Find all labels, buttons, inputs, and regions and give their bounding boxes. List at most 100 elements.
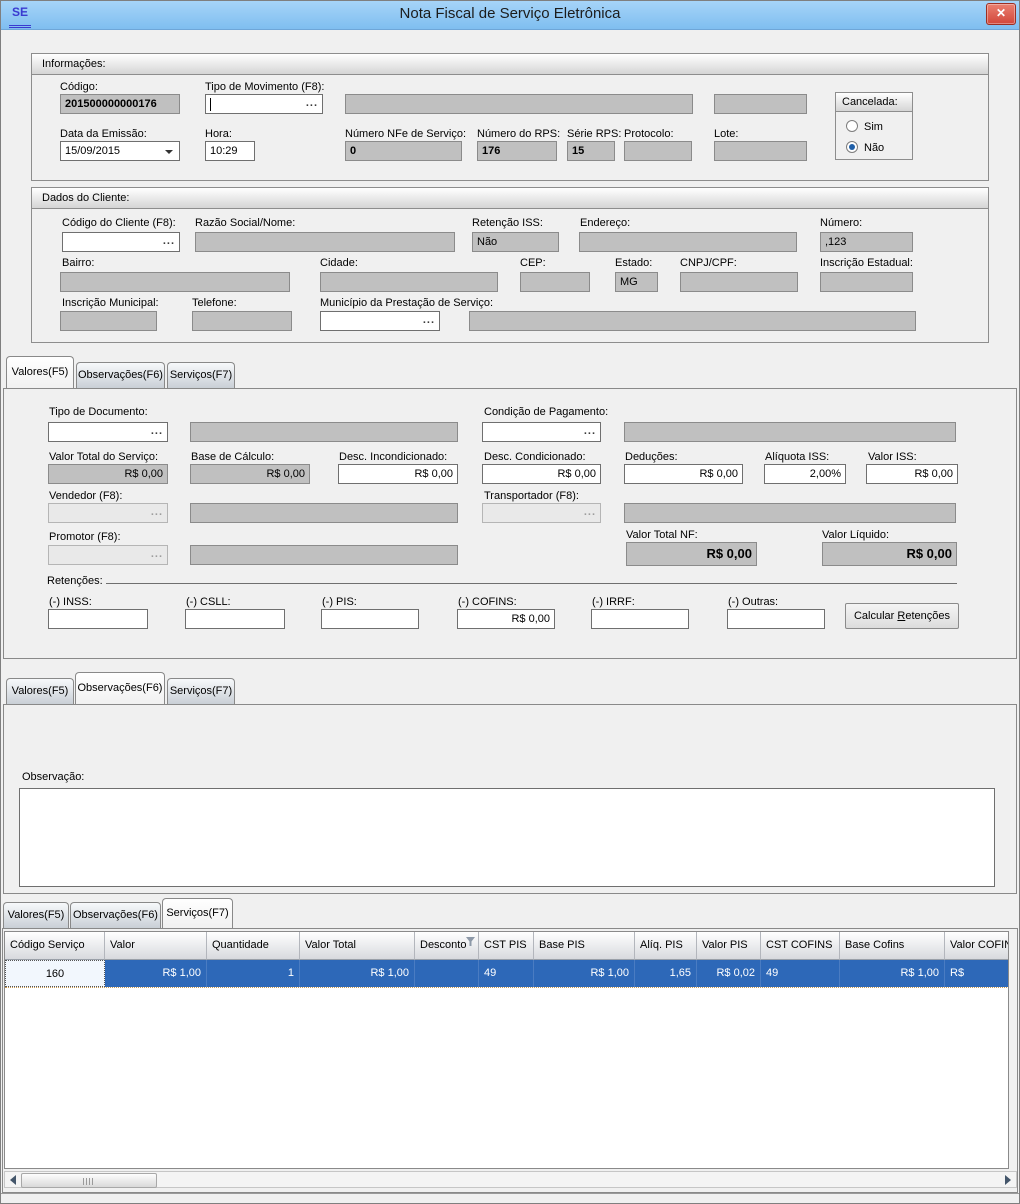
tab-servicos-2[interactable]: Serviços(F7)	[167, 678, 235, 704]
cell-valor-total[interactable]: R$ 1,00	[300, 960, 415, 987]
ellipsis-button[interactable]: ...	[163, 233, 175, 249]
tab-observacoes-1[interactable]: Observações(F6)	[76, 362, 165, 388]
column-header-aliq-pis[interactable]: Alíq. PIS	[635, 932, 697, 960]
radio-sim[interactable]	[846, 120, 858, 132]
column-header-codigo-servico[interactable]: Código Serviço	[5, 932, 105, 960]
scroll-right-icon[interactable]	[1005, 1175, 1011, 1185]
scrollbar-thumb[interactable]	[21, 1173, 157, 1188]
close-button[interactable]: ✕	[986, 3, 1016, 25]
promotor-input[interactable]: ...	[48, 545, 168, 565]
municipio-prestacao-field	[469, 311, 916, 331]
tab-servicos-3[interactable]: Serviços(F7)	[162, 898, 233, 928]
desc-incondicionado-input[interactable]: R$ 0,00	[338, 464, 458, 484]
tab-valores-3[interactable]: Valores(F5)	[3, 902, 69, 928]
valor-total-nf-label: Valor Total NF:	[626, 529, 698, 541]
text-caret	[210, 98, 211, 111]
table-row[interactable]: 160 R$ 1,00 1 R$ 1,00 49 R$ 1,00 1,65 R$…	[5, 960, 1009, 988]
protocolo-label: Protocolo:	[624, 128, 674, 140]
valor-total-servico-field: R$ 0,00	[48, 464, 168, 484]
municipio-prestacao-input[interactable]: ...	[320, 311, 440, 331]
grid-header-row: Código Serviço Valor Quantidade Valor To…	[5, 932, 1009, 960]
codigo-cliente-input[interactable]: ...	[62, 232, 180, 252]
pis-input[interactable]	[321, 609, 419, 629]
radio-sim-label: Sim	[864, 121, 883, 133]
tipo-documento-input[interactable]: ...	[48, 422, 168, 442]
observacao-textarea[interactable]	[19, 788, 995, 887]
column-header-desconto[interactable]: Desconto	[415, 932, 479, 960]
cell-codigo-servico[interactable]: 160	[5, 960, 105, 987]
scroll-left-icon[interactable]	[10, 1175, 16, 1185]
valor-total-servico-label: Valor Total do Serviço:	[49, 451, 158, 463]
razao-social-field	[195, 232, 455, 252]
transportador-label: Transportador (F8):	[484, 490, 579, 502]
retencao-iss-field: Não	[472, 232, 559, 252]
ellipsis-button[interactable]: ...	[306, 95, 318, 111]
cell-aliq-pis[interactable]: 1,65	[635, 960, 697, 987]
column-header-base-pis[interactable]: Base PIS	[534, 932, 635, 960]
column-header-cst-cofins[interactable]: CST COFINS	[761, 932, 840, 960]
tab-servicos-1[interactable]: Serviços(F7)	[167, 362, 235, 388]
irrf-input[interactable]	[591, 609, 689, 629]
valor-total-nf-field: R$ 0,00	[626, 542, 757, 566]
csll-input[interactable]	[185, 609, 285, 629]
cell-quantidade[interactable]: 1	[207, 960, 300, 987]
column-header-quantidade[interactable]: Quantidade	[207, 932, 300, 960]
column-header-valor-total[interactable]: Valor Total	[300, 932, 415, 960]
valor-iss-label: Valor ISS:	[868, 451, 917, 463]
tab-valores-2[interactable]: Valores(F5)	[6, 678, 74, 704]
hora-input[interactable]: 10:29	[205, 141, 255, 161]
radio-nao[interactable]	[846, 141, 858, 153]
deducoes-input[interactable]: R$ 0,00	[624, 464, 743, 484]
irrf-label: (-) IRRF:	[592, 596, 635, 608]
cell-valor[interactable]: R$ 1,00	[105, 960, 207, 987]
razao-social-label: Razão Social/Nome:	[195, 217, 295, 229]
transportador-input[interactable]: ...	[482, 503, 601, 523]
tab-observacoes-2[interactable]: Observações(F6)	[75, 672, 165, 704]
data-emissao-combo[interactable]: 15/09/2015	[60, 141, 180, 161]
ellipsis-button[interactable]: ...	[151, 546, 163, 562]
column-header-cst-pis[interactable]: CST PIS	[479, 932, 534, 960]
ellipsis-button[interactable]: ...	[584, 504, 596, 520]
cell-valor-cofins[interactable]: R$	[945, 960, 1009, 987]
cell-base-cofins[interactable]: R$ 1,00	[840, 960, 945, 987]
desc-condicionado-input[interactable]: R$ 0,00	[482, 464, 601, 484]
column-header-valor[interactable]: Valor	[105, 932, 207, 960]
filter-icon[interactable]	[466, 937, 475, 946]
cell-cst-pis[interactable]: 49	[479, 960, 534, 987]
ellipsis-button[interactable]: ...	[584, 423, 596, 439]
condicao-pagamento-input[interactable]: ...	[482, 422, 601, 442]
valor-liquido-field: R$ 0,00	[822, 542, 957, 566]
cell-cst-cofins[interactable]: 49	[761, 960, 840, 987]
ellipsis-button[interactable]: ...	[151, 504, 163, 520]
dados-cliente-group-caption: Dados do Cliente:	[32, 188, 988, 209]
outras-input[interactable]	[727, 609, 825, 629]
column-header-base-cofins[interactable]: Base Cofins	[840, 932, 945, 960]
cofins-input[interactable]: R$ 0,00	[457, 609, 555, 629]
cell-valor-pis[interactable]: R$ 0,02	[697, 960, 761, 987]
bairro-label: Bairro:	[62, 257, 94, 269]
inss-input[interactable]	[48, 609, 148, 629]
promotor-label: Promotor (F8):	[49, 531, 121, 543]
condicao-pagamento-label: Condição de Pagamento:	[484, 406, 608, 418]
dropdown-arrow-icon[interactable]	[165, 150, 173, 154]
valores-panel: Tipo de Documento: ... Condição de Pagam…	[3, 388, 1017, 659]
cell-desconto[interactable]	[415, 960, 479, 987]
tipo-movimento-input[interactable]: ...	[205, 94, 323, 114]
servicos-grid: Código Serviço Valor Quantidade Valor To…	[4, 931, 1009, 1169]
aliquota-iss-input[interactable]: 2,00%	[764, 464, 846, 484]
ellipsis-button[interactable]: ...	[151, 423, 163, 439]
tab-valores-1[interactable]: Valores(F5)	[6, 356, 74, 388]
scrollbar-grip-icon	[83, 1178, 95, 1185]
horizontal-scrollbar[interactable]	[4, 1171, 1017, 1188]
informacoes-group-caption: Informações:	[32, 54, 988, 75]
cell-base-pis[interactable]: R$ 1,00	[534, 960, 635, 987]
vendedor-input[interactable]: ...	[48, 503, 168, 523]
column-header-valor-cofins[interactable]: Valor COFIN	[945, 932, 1009, 960]
valor-iss-input[interactable]: R$ 0,00	[866, 464, 958, 484]
calcular-retencoes-button[interactable]: Calcular Retenções	[845, 603, 959, 629]
tab-observacoes-3[interactable]: Observações(F6)	[70, 902, 161, 928]
ellipsis-button[interactable]: ...	[423, 312, 435, 328]
window-title: Nota Fiscal de Serviço Eletrônica	[1, 5, 1019, 22]
desc-incondicionado-label: Desc. Incondicionado:	[339, 451, 447, 463]
column-header-valor-pis[interactable]: Valor PIS	[697, 932, 761, 960]
